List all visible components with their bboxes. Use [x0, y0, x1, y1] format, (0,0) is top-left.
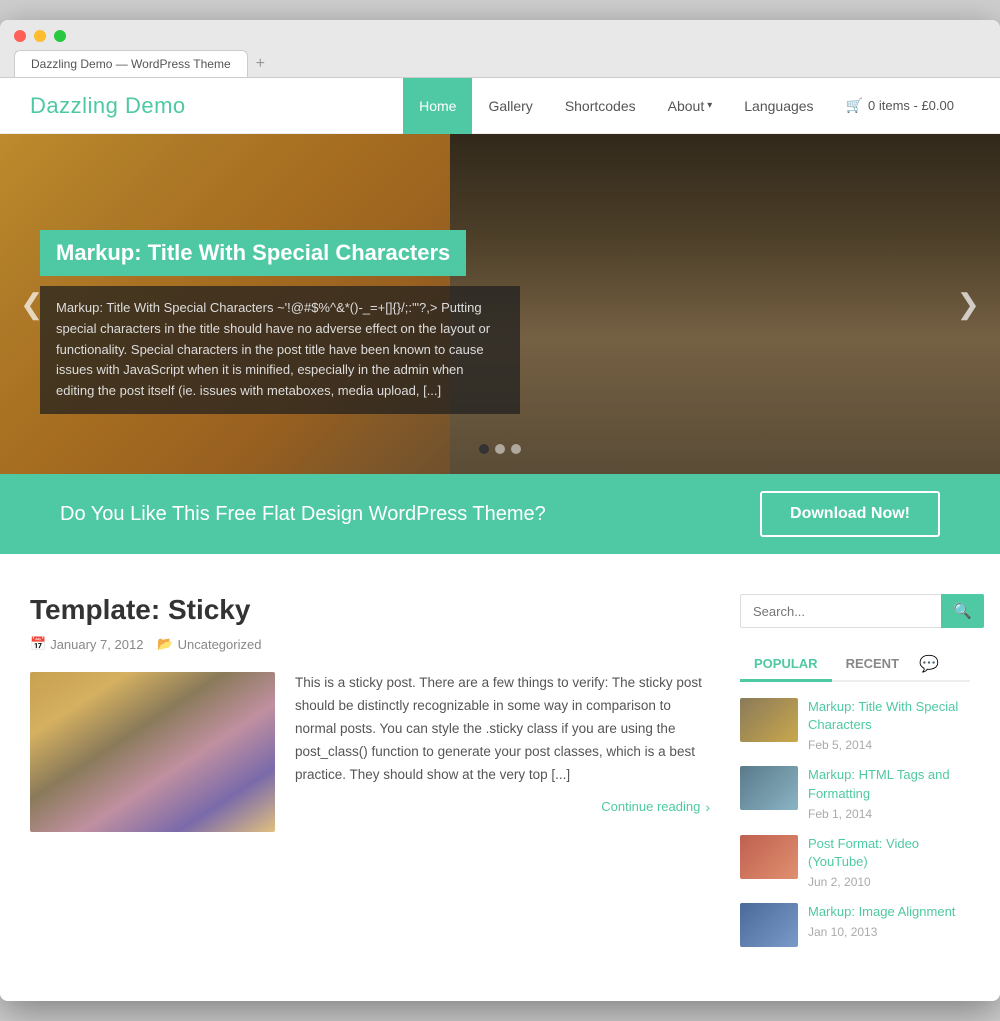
nav-gallery[interactable]: Gallery: [472, 78, 548, 134]
browser-tabs: Dazzling Demo — WordPress Theme +: [14, 50, 986, 77]
sidebar-post-thumb-1: [740, 698, 798, 742]
site-header: Dazzling Demo Home Gallery Shortcodes Ab…: [0, 78, 1000, 134]
post-title: Template: Sticky: [30, 594, 710, 626]
slider-dot-1[interactable]: [479, 444, 489, 454]
search-button[interactable]: 🔍: [941, 594, 984, 628]
sidebar-post-info-4: Markup: Image Alignment Jan 10, 2013: [808, 903, 970, 939]
post-category: 📂 Uncategorized: [157, 636, 261, 652]
slider-dot-3[interactable]: [511, 444, 521, 454]
cta-banner: Do You Like This Free Flat Design WordPr…: [0, 474, 1000, 554]
sidebar-post-date-4: Jan 10, 2013: [808, 925, 970, 939]
sidebar-post-date-3: Jun 2, 2010: [808, 875, 970, 889]
sidebar-post-info-3: Post Format: Video (YouTube) Jun 2, 2010: [808, 835, 970, 889]
continue-reading-link[interactable]: Continue reading ›: [295, 799, 710, 815]
sidebar-post-item: Markup: HTML Tags and Formatting Feb 1, …: [740, 766, 970, 820]
sidebar-post-item: Markup: Image Alignment Jan 10, 2013: [740, 903, 970, 947]
tab-popular[interactable]: POPULAR: [740, 648, 832, 682]
sidebar-tabs: POPULAR RECENT 💬: [740, 648, 970, 682]
sidebar-post-item: Post Format: Video (YouTube) Jun 2, 2010: [740, 835, 970, 889]
nav-home[interactable]: Home: [403, 78, 472, 134]
comments-icon: 💬: [919, 654, 939, 674]
hero-title: Markup: Title With Special Characters: [56, 240, 450, 266]
sidebar-post-thumb-2: [740, 766, 798, 810]
sidebar-post-title-3[interactable]: Post Format: Video (YouTube): [808, 835, 970, 871]
cta-text: Do You Like This Free Flat Design WordPr…: [60, 503, 546, 526]
continue-arrow-icon: ›: [705, 799, 710, 815]
site-logo[interactable]: Dazzling Demo: [30, 93, 186, 119]
browser-window: Dazzling Demo — WordPress Theme + Dazzli…: [0, 20, 1000, 1001]
hero-slider: ❮ ❯ Markup: Title With Special Character…: [0, 134, 1000, 474]
nav-shortcodes[interactable]: Shortcodes: [549, 78, 652, 134]
search-input[interactable]: [740, 594, 941, 628]
tab-recent[interactable]: RECENT: [832, 648, 913, 682]
sidebar-post-thumb-4: [740, 903, 798, 947]
nav-cart[interactable]: 🛒 0 items - £0.00: [830, 78, 970, 134]
browser-tab[interactable]: Dazzling Demo — WordPress Theme: [14, 50, 248, 77]
slider-prev-button[interactable]: ❮: [10, 288, 53, 321]
content-area: Template: Sticky 📅 January 7, 2012 📂 Unc…: [30, 594, 710, 961]
post-date: 📅 January 7, 2012: [30, 636, 143, 652]
sidebar-post-list: Markup: Title With Special Characters Fe…: [740, 698, 970, 947]
slider-dot-2[interactable]: [495, 444, 505, 454]
sidebar-post-title-2[interactable]: Markup: HTML Tags and Formatting: [808, 766, 970, 802]
post-body: This is a sticky post. There are a few t…: [30, 672, 710, 832]
site-nav: Home Gallery Shortcodes About ▾ Language…: [403, 78, 970, 134]
slider-dots: [479, 444, 521, 454]
sidebar-post-date-1: Feb 5, 2014: [808, 738, 970, 752]
close-button[interactable]: [14, 30, 26, 42]
nav-about[interactable]: About ▾: [652, 78, 729, 134]
nav-languages[interactable]: Languages: [728, 78, 829, 134]
sidebar-post-info-2: Markup: HTML Tags and Formatting Feb 1, …: [808, 766, 970, 820]
download-now-button[interactable]: Download Now!: [760, 491, 940, 537]
post-thumb-image: [30, 672, 275, 832]
slider-next-button[interactable]: ❯: [947, 288, 990, 321]
sidebar-post-thumb-3: [740, 835, 798, 879]
sidebar-post-title-4[interactable]: Markup: Image Alignment: [808, 903, 970, 921]
sticky-post: Template: Sticky 📅 January 7, 2012 📂 Unc…: [30, 594, 710, 832]
maximize-button[interactable]: [54, 30, 66, 42]
search-box: 🔍: [740, 594, 970, 628]
sidebar-post-info-1: Markup: Title With Special Characters Fe…: [808, 698, 970, 752]
sidebar: 🔍 POPULAR RECENT 💬 Markup: Title With Sp…: [740, 594, 970, 961]
new-tab-button[interactable]: +: [256, 55, 265, 77]
hero-caption: Markup: Title With Special Characters ~'…: [40, 286, 520, 414]
browser-chrome: Dazzling Demo — WordPress Theme +: [0, 20, 1000, 78]
sidebar-post-title-1[interactable]: Markup: Title With Special Characters: [808, 698, 970, 734]
about-dropdown-arrow: ▾: [707, 100, 712, 111]
calendar-icon: 📅: [30, 636, 46, 652]
cart-icon: 🛒: [846, 97, 863, 114]
site-content: Dazzling Demo Home Gallery Shortcodes Ab…: [0, 78, 1000, 1001]
main-content: Template: Sticky 📅 January 7, 2012 📂 Unc…: [0, 554, 1000, 1001]
hero-content: Markup: Title With Special Characters Ma…: [40, 230, 520, 414]
minimize-button[interactable]: [34, 30, 46, 42]
post-thumbnail: [30, 672, 275, 832]
post-excerpt: This is a sticky post. There are a few t…: [295, 672, 710, 787]
folder-icon: 📂: [157, 636, 173, 652]
post-meta: 📅 January 7, 2012 📂 Uncategorized: [30, 636, 710, 652]
post-text: This is a sticky post. There are a few t…: [295, 672, 710, 832]
sidebar-post-item: Markup: Title With Special Characters Fe…: [740, 698, 970, 752]
hero-title-box: Markup: Title With Special Characters: [40, 230, 466, 276]
browser-controls: [14, 30, 986, 42]
